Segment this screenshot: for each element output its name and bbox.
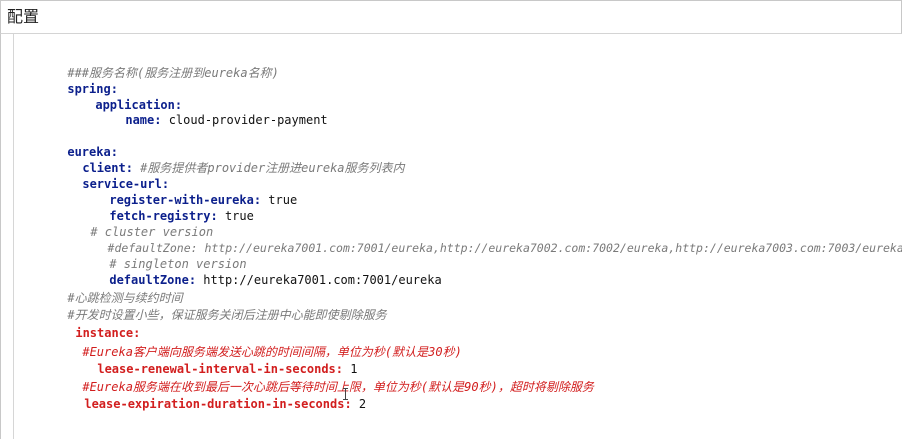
yaml-value: 2 <box>351 397 367 411</box>
code-line-13: defaultZone: http://eureka7001.com:7001/… <box>66 256 441 287</box>
code-line-4: name: cloud-provider-payment <box>82 96 327 127</box>
code-line-14: #心跳检测与续约时间 <box>24 274 182 305</box>
comment-text: #服务提供者provider注册进eureka服务列表内 <box>132 161 405 175</box>
editor-gutter <box>0 34 14 439</box>
code-line-17: #Eureka客户端向服务端发送心跳的时间间隔，单位为秒(默认是30秒) <box>39 328 461 359</box>
code-line-16: instance: <box>32 309 140 340</box>
config-window: 配置 ###服务名称(服务注册到eureka名称) spring: applic… <box>0 0 902 439</box>
code-line-2: spring: <box>24 65 118 96</box>
window-title: 配置 <box>7 7 40 26</box>
yaml-value: true <box>217 209 254 223</box>
code-line-7: service-url: <box>39 160 169 191</box>
code-line-8: register-with-eureka: true <box>66 176 297 207</box>
code-line-5: eureka: <box>24 128 118 159</box>
code-line-20: lease-expiration-duration-in-seconds: 2 <box>41 380 366 411</box>
yaml-key: name: <box>125 113 162 127</box>
code-line-9: fetch-registry: true <box>66 192 254 223</box>
code-line-12: # singleton version <box>66 240 246 271</box>
code-line-19: #Eureka服务端在收到最后一次心跳后等待时间上限，单位为秒(默认是90秒)，… <box>39 363 593 394</box>
yaml-editor[interactable]: ###服务名称(服务注册到eureka名称) spring: applicati… <box>14 34 902 439</box>
text-cursor-icon <box>342 387 350 401</box>
code-line-6: client: #服务提供者provider注册进eureka服务列表内 <box>39 144 404 175</box>
code-line-1: ###服务名称(服务注册到eureka名称) <box>24 49 278 80</box>
code-line-15: #开发时设置小些，保证服务关闭后注册中心能即使剔除服务 <box>24 291 386 322</box>
yaml-value: http://eureka7001.com:7001/eureka <box>196 273 442 287</box>
code-line-3: application: <box>52 81 182 112</box>
title-bar: 配置 <box>0 0 902 34</box>
code-line-11: #defaultZone: http://eureka7001.com:7001… <box>66 224 902 255</box>
yaml-value: cloud-provider-payment <box>161 113 328 127</box>
code-line-10: # cluster version <box>47 208 213 239</box>
code-line-18: lease-renewal-interval-in-seconds: 1 <box>54 345 357 376</box>
yaml-value: true <box>261 193 298 207</box>
yaml-key: lease-expiration-duration-in-seconds: <box>84 397 352 411</box>
